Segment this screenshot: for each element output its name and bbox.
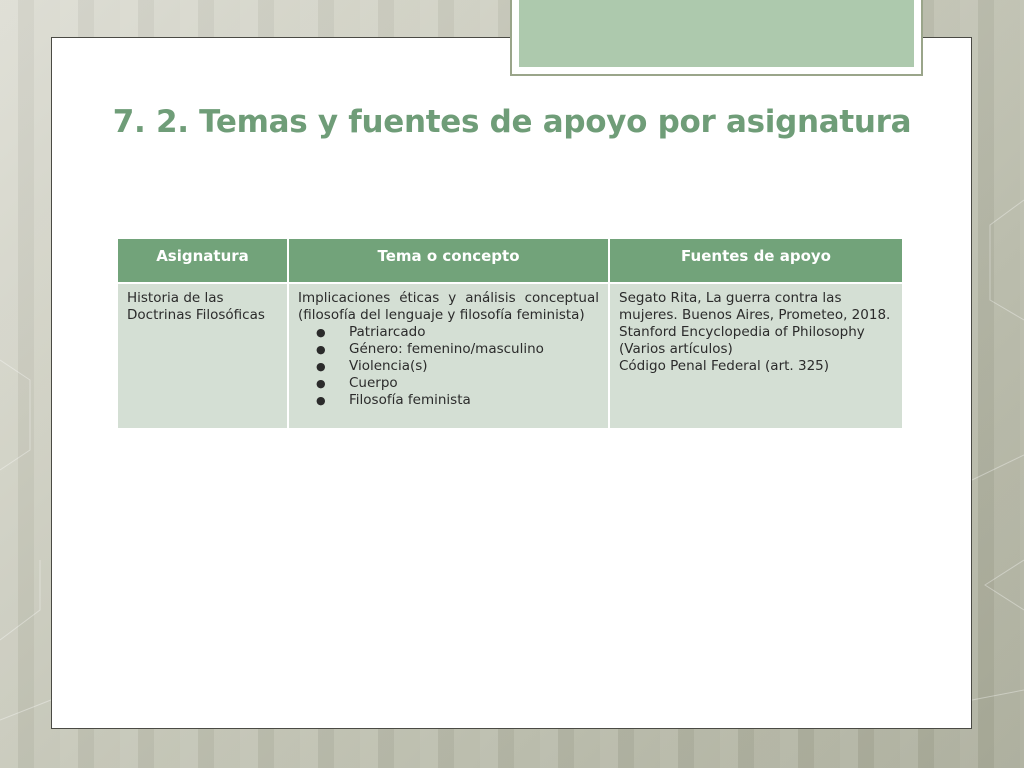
cell-asignatura: Historia de las Doctrinas Filosóficas	[116, 282, 289, 430]
fuentes-line: Código Penal Federal (art. 325)	[619, 358, 830, 374]
cell-tema: Implicaciones éticas y análisis conceptu…	[287, 282, 610, 430]
list-item: ● Cuerpo	[298, 375, 599, 392]
fuentes-line: mujeres. Buenos Aires, Prometeo, 2018.	[619, 307, 891, 323]
bullet-icon: ●	[316, 394, 326, 407]
cell-fuentes: Segato Rita, La guerra contra las mujere…	[608, 282, 904, 430]
list-item-label: Cuerpo	[349, 375, 398, 391]
bullet-icon: ●	[316, 377, 326, 390]
list-item: ● Filosofía feminista	[298, 392, 599, 409]
title-decoration-box	[510, 0, 923, 76]
fuentes-line: Segato Rita, La guerra contra las	[619, 290, 842, 306]
list-item-label: Filosofía feminista	[349, 392, 471, 408]
table-header-row: Asignatura Tema o concepto Fuentes de ap…	[116, 237, 904, 284]
fuentes-line: Stanford Encyclopedia of Philosophy	[619, 324, 865, 340]
header-asignatura: Asignatura	[116, 237, 289, 284]
fuentes-line: (Varios artículos)	[619, 341, 733, 357]
list-item-label: Patriarcado	[349, 324, 426, 340]
asignatura-line: Historia de las	[127, 290, 224, 306]
list-item-label: Género: femenino/masculino	[349, 341, 544, 357]
bullet-icon: ●	[316, 326, 326, 339]
page-title: 7. 2. Temas y fuentes de apoyo por asign…	[112, 104, 912, 140]
subjects-table: Asignatura Tema o concepto Fuentes de ap…	[116, 237, 904, 430]
bullet-icon: ●	[316, 360, 326, 373]
list-item-label: Violencia(s)	[349, 358, 428, 374]
header-tema: Tema o concepto	[287, 237, 610, 284]
asignatura-line: Doctrinas Filosóficas	[127, 307, 265, 323]
title-decoration-fill	[519, 0, 914, 67]
tema-intro-line: (filosofía del lenguaje y filosofía femi…	[298, 307, 585, 323]
list-item: ● Género: femenino/masculino	[298, 341, 599, 358]
tema-bullet-list: ● Patriarcado ● Género: femenino/masculino…	[298, 324, 599, 409]
table-row: Historia de las Doctrinas Filosóficas Im…	[116, 282, 904, 430]
list-item: ● Violencia(s)	[298, 358, 599, 375]
bullet-icon: ●	[316, 343, 326, 356]
header-fuentes: Fuentes de apoyo	[608, 237, 904, 284]
list-item: ● Patriarcado	[298, 324, 599, 341]
tema-intro-line: Implicaciones éticas y análisis conceptu…	[298, 290, 599, 306]
